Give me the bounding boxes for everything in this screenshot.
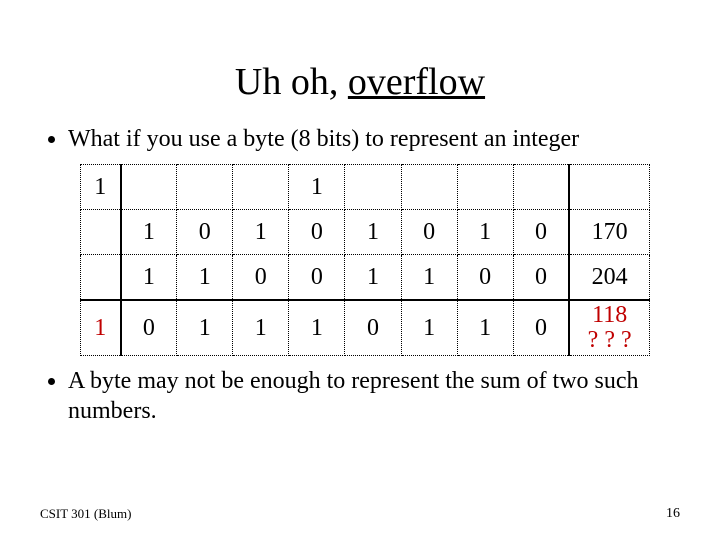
bit-cell: 1 — [121, 255, 177, 301]
bit-cell: 1 — [345, 210, 401, 255]
decimal-value-cell: 118? ? ? — [569, 300, 649, 356]
bit-cell: 0 — [345, 300, 401, 356]
bit-cell: 1 — [345, 255, 401, 301]
bit-cell: 0 — [401, 210, 457, 255]
bit-cell: 1 — [289, 300, 345, 356]
bit-cell — [457, 165, 513, 210]
bit-cell — [345, 165, 401, 210]
bit-cell: 1 — [177, 300, 233, 356]
bit-cell — [513, 165, 569, 210]
table-row: 11001100204 — [81, 255, 650, 301]
bit-cell: 0 — [513, 300, 569, 356]
slide-title: Uh oh, overflow — [40, 60, 680, 104]
bit-cell: 0 — [513, 255, 569, 301]
carry-cell: 1 — [81, 300, 121, 356]
bit-cell — [177, 165, 233, 210]
table-row: 11 — [81, 165, 650, 210]
bit-table: 111010101017011001100204101110110118? ? … — [80, 164, 650, 356]
carry-cell — [81, 210, 121, 255]
table-row: 10101010170 — [81, 210, 650, 255]
bit-cell: 0 — [121, 300, 177, 356]
bit-cell: 0 — [513, 210, 569, 255]
bit-cell: 1 — [121, 210, 177, 255]
bit-cell: 1 — [177, 255, 233, 301]
bit-cell — [401, 165, 457, 210]
bit-cell: 1 — [401, 255, 457, 301]
footer-left: CSIT 301 (Blum) — [40, 506, 132, 522]
bit-cell: 1 — [457, 300, 513, 356]
bit-cell: 1 — [457, 210, 513, 255]
decimal-value-cell: 170 — [569, 210, 649, 255]
bit-cell: 0 — [289, 210, 345, 255]
title-emphasis: overflow — [348, 61, 485, 103]
title-prefix: Uh oh, — [235, 61, 348, 103]
bit-cell — [233, 165, 289, 210]
bullet-bottom: A byte may not be enough to represent th… — [68, 366, 680, 426]
bullet-top: What if you use a byte (8 bits) to repre… — [68, 124, 680, 154]
table-row: 101110110118? ? ? — [81, 300, 650, 356]
bit-cell: 0 — [289, 255, 345, 301]
decimal-value-cell — [569, 165, 649, 210]
bit-cell: 1 — [233, 300, 289, 356]
bit-cell: 0 — [233, 255, 289, 301]
decimal-value-cell: 204 — [569, 255, 649, 301]
bit-cell: 0 — [457, 255, 513, 301]
bit-cell: 1 — [401, 300, 457, 356]
bit-cell: 1 — [233, 210, 289, 255]
bit-cell — [121, 165, 177, 210]
bottom-bullet-list: A byte may not be enough to represent th… — [40, 366, 680, 426]
bit-cell: 1 — [289, 165, 345, 210]
carry-cell — [81, 255, 121, 301]
slide-number: 16 — [666, 506, 680, 522]
carry-cell: 1 — [81, 165, 121, 210]
bit-cell: 0 — [177, 210, 233, 255]
bit-table-wrap: 111010101017011001100204101110110118? ? … — [80, 164, 650, 356]
top-bullet-list: What if you use a byte (8 bits) to repre… — [40, 124, 680, 154]
